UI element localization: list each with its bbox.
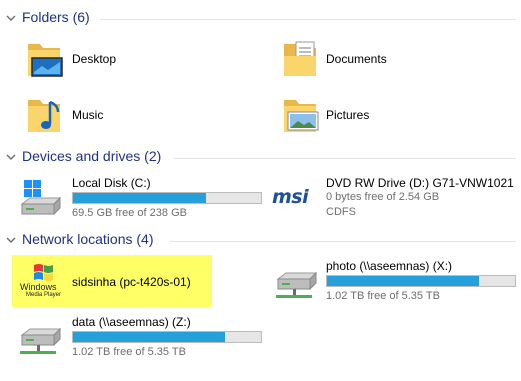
- chevron-down-icon[interactable]: [4, 150, 18, 164]
- group-header-network[interactable]: Network locations (4): [0, 231, 521, 251]
- music-folder-icon: [28, 100, 60, 132]
- folder-label: Desktop: [72, 52, 117, 66]
- drive-label: Local Disk (C:): [72, 176, 151, 190]
- group-divider: [100, 19, 516, 20]
- chevron-down-icon[interactable]: [4, 233, 18, 247]
- drive-usage-fill: [73, 332, 226, 342]
- wmp-logo-text: Windows: [20, 282, 57, 292]
- group-title: Folders (6): [22, 9, 90, 25]
- drive-usage-bar: [72, 331, 262, 343]
- drive-usage-bar: [72, 192, 262, 204]
- group-header-folders[interactable]: Folders (6): [0, 9, 521, 29]
- drive-item-local-disk[interactable]: Local Disk (C:) 69.5 GB free of 238 GB: [18, 172, 268, 224]
- drive-label: DVD RW Drive (D:) G71-VNW1021: [326, 176, 514, 190]
- msi-dvd-icon: msi: [272, 186, 322, 208]
- group-divider: [174, 158, 516, 159]
- group-title: Devices and drives (2): [22, 148, 162, 164]
- drive-free-space: 69.5 GB free of 238 GB: [72, 207, 187, 219]
- drive-free-space: 1.02 TB free of 5.35 TB: [72, 346, 186, 358]
- network-label: data (\\aseemnas) (Z:): [72, 315, 191, 329]
- drive-item-dvd[interactable]: msi DVD RW Drive (D:) G71-VNW1021 0 byte…: [272, 172, 517, 224]
- msi-logo-text: msi: [272, 186, 309, 208]
- drive-usage-fill: [327, 276, 480, 286]
- network-item-data[interactable]: data (\\aseemnas) (Z:) 1.02 TB free of 5…: [18, 311, 268, 363]
- folder-item-music[interactable]: Music: [24, 92, 224, 136]
- group-header-devices[interactable]: Devices and drives (2): [0, 148, 521, 168]
- drive-usage-bar: [326, 275, 516, 287]
- folder-item-documents[interactable]: Documents: [280, 36, 500, 80]
- network-label: photo (\\aseemnas) (X:): [326, 259, 453, 273]
- group-title: Network locations (4): [22, 231, 154, 247]
- desktop-folder-icon: [28, 44, 63, 77]
- drive-filesystem: CDFS: [326, 206, 356, 218]
- network-drive-icon: [20, 327, 62, 354]
- windows-drive-icon: [20, 180, 62, 216]
- network-item-sidsinha[interactable]: Windows Media Player sidsinha (pc-t420s-…: [12, 255, 212, 307]
- folder-item-desktop[interactable]: Desktop: [24, 36, 224, 80]
- drive-free-space: 0 bytes free of 2.54 GB: [326, 191, 440, 203]
- folder-item-pictures[interactable]: Pictures: [280, 92, 500, 136]
- chevron-down-icon[interactable]: [4, 11, 18, 25]
- windows-media-player-icon: Windows Media Player: [18, 261, 70, 301]
- folder-label: Pictures: [326, 108, 370, 122]
- folder-label: Music: [72, 108, 104, 122]
- wmp-logo-subtext: Media Player: [26, 292, 62, 298]
- folder-label: Documents: [326, 52, 387, 66]
- windows-flag-graphic: [34, 264, 53, 281]
- pictures-folder-icon: [284, 100, 319, 132]
- network-label: sidsinha (pc-t420s-01): [72, 275, 191, 289]
- network-item-photo[interactable]: photo (\\aseemnas) (X:) 1.02 TB free of …: [274, 255, 518, 307]
- drive-free-space: 1.02 TB free of 5.35 TB: [326, 290, 440, 302]
- drive-usage-fill: [73, 193, 207, 203]
- documents-folder-icon: [284, 41, 316, 76]
- network-drive-icon: [276, 271, 318, 298]
- group-divider: [170, 241, 516, 242]
